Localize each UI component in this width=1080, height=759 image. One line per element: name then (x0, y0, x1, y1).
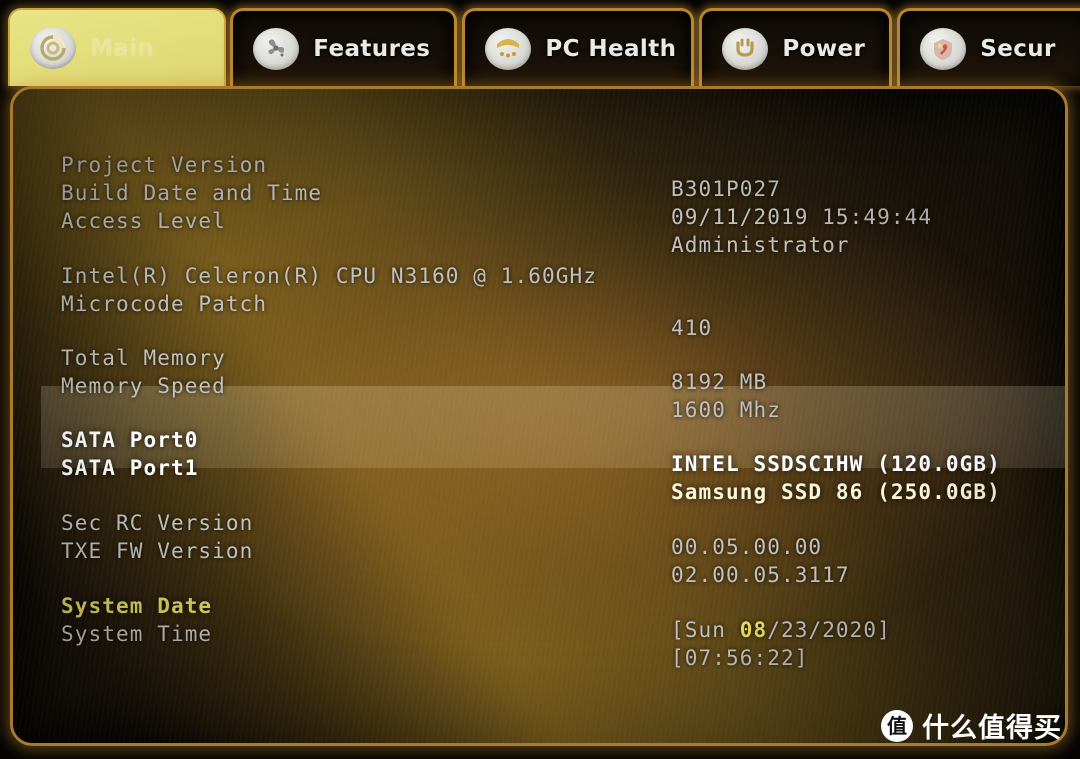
power-plug-icon (722, 27, 769, 70)
heartbeat-icon (485, 27, 532, 70)
tab-features-label: Features (313, 35, 431, 62)
tab-power-label: Power (782, 35, 866, 62)
microcode-patch-label: Microcode Patch (61, 292, 268, 316)
row-build-date: Build Date and Time 09/11/2019 15:49:44 (13, 157, 1065, 229)
row-txe-fw-version: TXE FW Version 02.00.05.3117 (13, 515, 1065, 587)
row-microcode: Microcode Patch 410 (13, 268, 1065, 340)
row-cpu: Intel(R) Celeron(R) CPU N3160 @ 1.60GHz (13, 240, 1065, 288)
row-total-memory: Total Memory 8192 MB (13, 322, 1065, 394)
tab-main-label: Main (90, 35, 155, 61)
tab-pc-health[interactable]: PC Health (462, 8, 695, 86)
row-memory-speed: Memory Speed 1600 Mhz (13, 350, 1065, 422)
main-info-panel: Project Version B301P027 Build Date and … (10, 86, 1068, 746)
row-project-version: Project Version B301P027 (13, 129, 1065, 201)
txe-fw-version-label: TXE FW Version (61, 539, 254, 563)
row-sec-rc-version: Sec RC Version 00.05.00.00 (13, 487, 1065, 559)
row-sata-port0[interactable]: SATA Port0 INTEL SSDSCIHW (120.0GB) (13, 404, 1065, 476)
row-access-level: Access Level Administrator (13, 185, 1065, 257)
bios-setup-screen: Main Features PC Health Power Secur Proj… (0, 0, 1080, 759)
sata-port1-label: SATA Port1 (61, 456, 199, 480)
tab-security-label: Secur (980, 35, 1056, 62)
access-level-label: Access Level (61, 209, 226, 233)
fan-icon (253, 27, 300, 70)
tab-power[interactable]: Power (699, 8, 893, 86)
tab-main[interactable]: Main (8, 8, 227, 86)
system-time-value[interactable]: [07:56:22] (671, 646, 808, 670)
info-rows: Project Version B301P027 Build Date and … (13, 89, 1065, 743)
row-system-date[interactable]: System Date [Sun 08/23/2020] (13, 570, 1065, 642)
row-system-time[interactable]: System Time [07:56:22] (13, 598, 1065, 670)
tab-features[interactable]: Features (230, 8, 458, 86)
shield-key-icon (920, 27, 967, 70)
disc-icon (30, 27, 76, 69)
tab-bar: Main Features PC Health Power Secur (0, 8, 1080, 94)
tab-pc-health-label: PC Health (545, 35, 677, 62)
system-time-label: System Time (61, 622, 213, 646)
row-sata-port1[interactable]: SATA Port1 Samsung SSD 86 (250.0GB) (13, 432, 1065, 504)
tab-security[interactable]: Secur (897, 8, 1080, 86)
memory-speed-label: Memory Speed (61, 374, 226, 398)
